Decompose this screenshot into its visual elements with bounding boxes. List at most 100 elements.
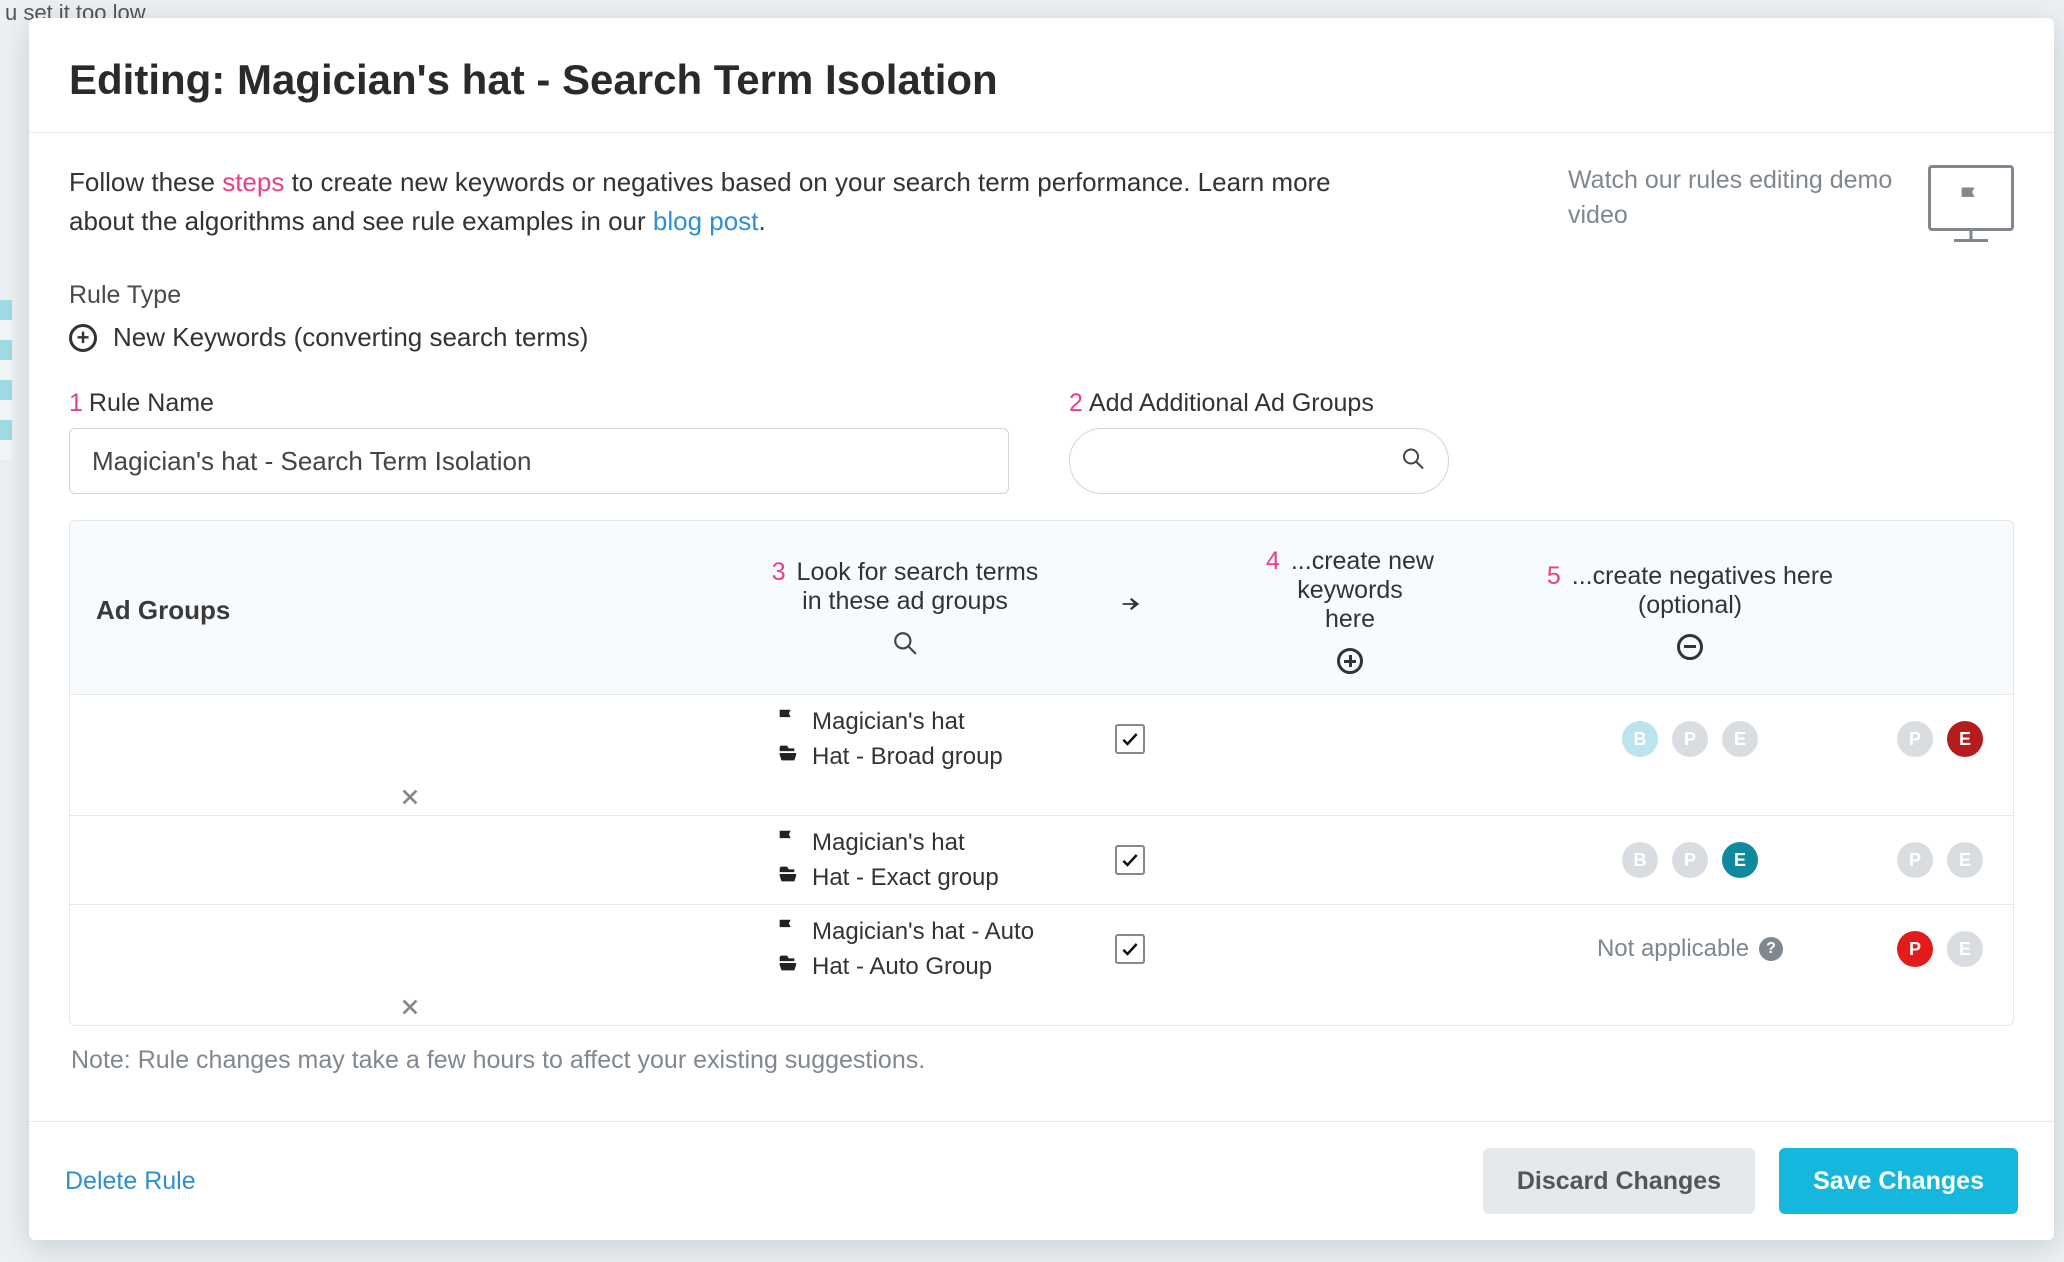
remove-row-cell bbox=[70, 993, 750, 1025]
rule-name-block: 1Rule Name bbox=[69, 389, 1009, 494]
plus-circle-icon: + bbox=[69, 324, 97, 352]
campaign-name: Magician's hat bbox=[812, 829, 965, 857]
modal-title: Editing: Magician's hat - Search Term Is… bbox=[69, 56, 2014, 104]
create-negatives-cell: PE bbox=[1880, 721, 2000, 757]
add-adgroups-block: 2Add Additional Ad Groups bbox=[1069, 389, 1449, 494]
create-keywords-cell: BPE bbox=[1500, 842, 1880, 878]
not-applicable-label: Not applicable ? bbox=[1597, 935, 1783, 963]
step-number-3: 3 bbox=[772, 558, 786, 586]
minus-circle-icon bbox=[1677, 634, 1703, 660]
table-row: Magician's hatHat - Exact groupBPEPE bbox=[70, 815, 2013, 904]
monitor-flag-icon bbox=[1928, 165, 2014, 231]
plus-circle-icon bbox=[1337, 648, 1363, 674]
adgroup-icon bbox=[776, 863, 798, 892]
negative-phrase-badge[interactable]: P bbox=[1897, 721, 1933, 757]
flag-icon bbox=[776, 707, 798, 736]
create-keywords-cell: BPE bbox=[1500, 721, 1880, 757]
campaign-name: Magician's hat - Auto bbox=[812, 918, 1034, 946]
col-header-adgroups: Ad Groups bbox=[70, 595, 750, 626]
adgroup-line: Hat - Exact group bbox=[776, 863, 1060, 892]
remove-row-button[interactable] bbox=[399, 993, 421, 1025]
step-number-5: 5 bbox=[1547, 562, 1561, 590]
col3-line2: in these ad groups bbox=[802, 587, 1008, 615]
flag-icon bbox=[776, 828, 798, 857]
demo-video-text: Watch our rules editing demo video bbox=[1568, 163, 1898, 233]
search-terms-checkbox[interactable] bbox=[1115, 724, 1145, 754]
adgroup-icon bbox=[776, 952, 798, 981]
rule-name-label-text: Rule Name bbox=[89, 389, 214, 417]
rule-name-input[interactable] bbox=[69, 428, 1009, 494]
adgroup-icon bbox=[776, 742, 798, 771]
adgroups-grid: Ad Groups 3 Look for search termsin thes… bbox=[69, 520, 2014, 1026]
search-icon bbox=[892, 630, 918, 663]
search-terms-checkbox-cell bbox=[1060, 934, 1200, 964]
match-type-exact-badge[interactable]: E bbox=[1722, 721, 1758, 757]
steps-link[interactable]: steps bbox=[222, 167, 284, 197]
adgroup-line: Hat - Broad group bbox=[776, 742, 1060, 771]
negative-phrase-badge[interactable]: P bbox=[1897, 842, 1933, 878]
match-type-phrase-badge[interactable]: P bbox=[1672, 842, 1708, 878]
remove-row-button[interactable] bbox=[399, 783, 421, 815]
col5-line1: ...create negatives here bbox=[1572, 562, 1833, 590]
remove-row-cell bbox=[70, 783, 750, 815]
footer-note: Note: Rule changes may take a few hours … bbox=[71, 1046, 2014, 1075]
delete-rule-link[interactable]: Delete Rule bbox=[65, 1167, 196, 1196]
adgroup-cell: Magician's hat Hat - Exact group bbox=[750, 816, 1060, 904]
step-inputs-row: 1Rule Name 2Add Additional Ad Groups bbox=[69, 389, 2014, 494]
adgroup-cell: Magician's hatHat - Broad group bbox=[750, 695, 1060, 783]
campaign-line: Magician's hat bbox=[776, 828, 1060, 857]
adgroup-search-input[interactable] bbox=[1069, 428, 1449, 494]
match-type-broad-badge[interactable]: B bbox=[1622, 842, 1658, 878]
rule-type-section: Rule Type + New Keywords (converting sea… bbox=[69, 281, 2014, 353]
col4-line1: ...create new keywords bbox=[1291, 547, 1434, 604]
negative-exact-badge[interactable]: E bbox=[1947, 721, 1983, 757]
footer-buttons: Discard Changes Save Changes bbox=[1483, 1148, 2018, 1214]
backdrop-decoration bbox=[0, 300, 12, 460]
help-icon[interactable]: ? bbox=[1759, 937, 1783, 961]
create-keywords-cell: Not applicable ? bbox=[1500, 935, 1880, 963]
modal-header: Editing: Magician's hat - Search Term Is… bbox=[29, 18, 2054, 133]
campaign-line: Magician's hat - Auto bbox=[776, 917, 1060, 946]
col5-line2: (optional) bbox=[1638, 591, 1742, 619]
table-row: Magician's hatHat - Broad groupBPEPE bbox=[70, 695, 2013, 815]
col-header-create-keywords: 4 ...create new keywordshere bbox=[1200, 547, 1500, 674]
col4-line2: here bbox=[1325, 605, 1375, 633]
search-terms-checkbox[interactable] bbox=[1115, 845, 1145, 875]
negative-exact-badge[interactable]: E bbox=[1947, 842, 1983, 878]
rule-type-label: Rule Type bbox=[69, 281, 2014, 310]
table-row: Magician's hat - Auto Hat - Auto Group Not… bbox=[70, 904, 2013, 1025]
rule-type-value: New Keywords (converting search terms) bbox=[113, 322, 588, 353]
step-number-1: 1 bbox=[69, 389, 83, 417]
col-header-arrow bbox=[1060, 593, 1200, 628]
col-header-create-negatives: 5 ...create negatives here(optional) bbox=[1500, 562, 1880, 660]
negative-exact-badge[interactable]: E bbox=[1947, 931, 1983, 967]
rule-name-label: 1Rule Name bbox=[69, 389, 1009, 418]
add-adgroups-label: 2Add Additional Ad Groups bbox=[1069, 389, 1449, 418]
step-number-2: 2 bbox=[1069, 389, 1083, 417]
adgroup-name: Hat - Broad group bbox=[812, 743, 1003, 771]
intro-text: Follow these steps to create new keyword… bbox=[69, 163, 1359, 241]
blog-post-link[interactable]: blog post bbox=[653, 206, 759, 236]
add-adgroups-label-text: Add Additional Ad Groups bbox=[1089, 389, 1374, 417]
negative-phrase-badge[interactable]: P bbox=[1897, 931, 1933, 967]
search-terms-checkbox[interactable] bbox=[1115, 934, 1145, 964]
grid-header: Ad Groups 3 Look for search termsin thes… bbox=[70, 521, 2013, 695]
col3-line1: Look for search terms bbox=[797, 558, 1039, 586]
match-type-phrase-badge[interactable]: P bbox=[1672, 721, 1708, 757]
match-type-exact-badge[interactable]: E bbox=[1722, 842, 1758, 878]
search-terms-checkbox-cell bbox=[1060, 845, 1200, 875]
adgroup-search-wrap bbox=[1069, 428, 1449, 494]
flag-icon bbox=[776, 917, 798, 946]
intro-part1: Follow these bbox=[69, 167, 222, 197]
create-negatives-cell: PE bbox=[1880, 931, 2000, 967]
save-changes-button[interactable]: Save Changes bbox=[1779, 1148, 2018, 1214]
demo-video-link[interactable]: Watch our rules editing demo video bbox=[1568, 163, 2014, 233]
match-type-broad-badge[interactable]: B bbox=[1622, 721, 1658, 757]
search-icon bbox=[1401, 447, 1425, 476]
col-header-search-terms: 3 Look for search termsin these ad group… bbox=[750, 558, 1060, 663]
rule-editor-modal: Editing: Magician's hat - Search Term Is… bbox=[29, 18, 2054, 1240]
adgroup-name: Hat - Auto Group bbox=[812, 953, 992, 981]
discard-changes-button[interactable]: Discard Changes bbox=[1483, 1148, 1755, 1214]
intro-part3: . bbox=[758, 206, 765, 236]
modal-body: Follow these steps to create new keyword… bbox=[29, 133, 2054, 1121]
